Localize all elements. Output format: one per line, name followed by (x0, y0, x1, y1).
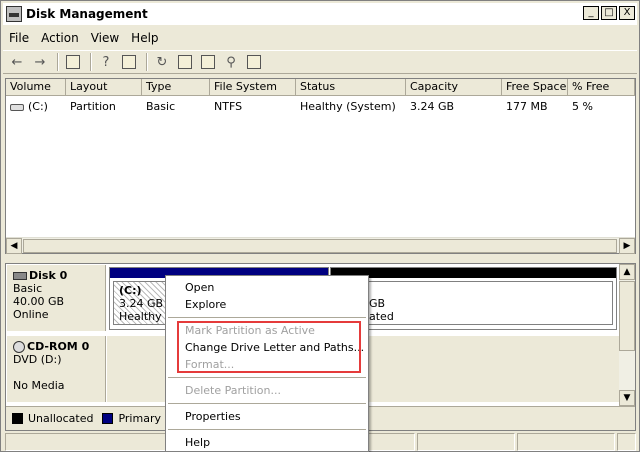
cdrom-size (13, 366, 99, 379)
title-bar: Disk Management _ □ X (3, 3, 637, 25)
cdrom-name: CD-ROM 0 (27, 340, 90, 353)
volume-name: (C:) (28, 100, 48, 113)
menu-view[interactable]: View (85, 31, 125, 45)
menu-delete-partition: Delete Partition... (185, 384, 281, 397)
horizontal-scrollbar[interactable]: ◀ ▶ (6, 237, 635, 254)
table-row[interactable]: (C:) Partition Basic NTFS Healthy (Syste… (6, 98, 635, 115)
menu-separator (168, 377, 366, 378)
cell-capacity: 3.24 GB (410, 100, 455, 113)
unallocated-status: ated (369, 310, 394, 323)
status-panel (517, 433, 615, 451)
maximize-button[interactable]: □ (601, 6, 617, 20)
unallocated-label (369, 284, 607, 297)
cell-file-system: NTFS (214, 100, 243, 113)
menu-separator (168, 429, 366, 430)
menu-action[interactable]: Action (35, 31, 85, 45)
close-button[interactable]: X (619, 6, 635, 20)
menu-properties[interactable]: Properties (166, 408, 368, 425)
unallocated-body: GB ated (334, 281, 613, 325)
menu-bar: File Action View Help (3, 28, 165, 48)
primary-partition-swatch (102, 413, 114, 424)
cell-status: Healthy (System) (300, 100, 396, 113)
cd-rom-icon (13, 341, 25, 353)
toolbar-separator (90, 53, 92, 71)
volume-list: Volume Layout Type File System Status Ca… (5, 78, 636, 254)
disk-name: Disk 0 (29, 269, 68, 282)
unallocated-partition[interactable]: GB ated (330, 267, 617, 330)
toolbar-separator (57, 53, 59, 71)
scrollbar-thumb[interactable] (23, 239, 617, 253)
unallocated-size: GB (369, 297, 386, 310)
disk-0-label[interactable]: Disk 0 Basic 40.00 GB Online (7, 265, 106, 331)
search-icon[interactable]: ⚲ (221, 52, 241, 72)
scrollbar-thumb[interactable] (619, 281, 635, 351)
menu-help[interactable]: Help (125, 31, 164, 45)
open-icon[interactable] (198, 52, 218, 72)
context-menu: Open Explore Mark Partition as Active Ch… (165, 275, 369, 452)
cell-pct-free: 5 % (572, 100, 593, 113)
export-icon[interactable] (244, 52, 264, 72)
column-type[interactable]: Type (142, 79, 210, 95)
back-arrow-icon[interactable]: ← (7, 52, 27, 72)
volume-list-header: Volume Layout Type File System Status Ca… (6, 79, 635, 96)
forward-arrow-icon[interactable]: → (30, 52, 50, 72)
refresh-icon[interactable]: ↻ (152, 52, 172, 72)
disk-type: Basic (13, 282, 43, 295)
cdrom-type: DVD (D:) (13, 353, 62, 366)
toolbar-separator (146, 53, 148, 71)
cell-layout: Partition (70, 100, 116, 113)
scroll-right-icon[interactable]: ▶ (619, 238, 635, 254)
menu-open[interactable]: Open (166, 279, 368, 296)
minimize-button[interactable]: _ (583, 6, 599, 20)
column-free-space[interactable]: Free Space (502, 79, 568, 95)
vertical-scrollbar[interactable]: ▲ ▼ (619, 264, 635, 406)
column-pct-free[interactable]: % Free (568, 79, 635, 95)
window-title: Disk Management (26, 7, 148, 21)
menu-mark-active: Mark Partition as Active (185, 324, 315, 337)
cell-volume: (C:) (6, 98, 66, 115)
column-status[interactable]: Status (296, 79, 406, 95)
window-controls: _ □ X (583, 6, 635, 20)
menu-separator (168, 403, 366, 404)
legend-unallocated: Unallocated (28, 412, 94, 425)
properties-icon[interactable] (175, 52, 195, 72)
status-panel (417, 433, 515, 451)
disk-size: 40.00 GB (13, 295, 65, 308)
cell-free-space: 177 MB (506, 100, 548, 113)
toolbar: ← → ? ↻ ⚲ (3, 50, 637, 74)
menu-file[interactable]: File (3, 31, 35, 45)
help-icon[interactable]: ? (96, 52, 116, 72)
column-file-system[interactable]: File System (210, 79, 296, 95)
hard-disk-icon (13, 272, 27, 280)
drive-icon (10, 103, 24, 111)
up-folder-icon[interactable] (63, 52, 83, 72)
cdrom-state: No Media (13, 379, 65, 392)
scroll-up-icon[interactable]: ▲ (619, 264, 635, 280)
menu-explore[interactable]: Explore (166, 296, 368, 313)
scroll-left-icon[interactable]: ◀ (6, 238, 22, 254)
menu-separator (168, 317, 366, 318)
show-hide-icon[interactable] (119, 52, 139, 72)
unallocated-swatch (12, 413, 23, 424)
cdrom-0-label[interactable]: CD-ROM 0 DVD (D:) No Media (7, 336, 106, 402)
column-volume[interactable]: Volume (6, 79, 66, 95)
size-grip[interactable] (617, 433, 636, 451)
scroll-down-icon[interactable]: ▼ (619, 390, 635, 406)
menu-change-drive-letter[interactable]: Change Drive Letter and Paths... (166, 339, 368, 356)
cell-type: Basic (146, 100, 176, 113)
column-layout[interactable]: Layout (66, 79, 142, 95)
menu-format: Format... (185, 358, 235, 371)
unallocated-bar (331, 268, 616, 278)
disk-management-icon (6, 6, 22, 22)
menu-help[interactable]: Help (166, 434, 368, 451)
disk-state: Online (13, 308, 49, 321)
column-capacity[interactable]: Capacity (406, 79, 502, 95)
